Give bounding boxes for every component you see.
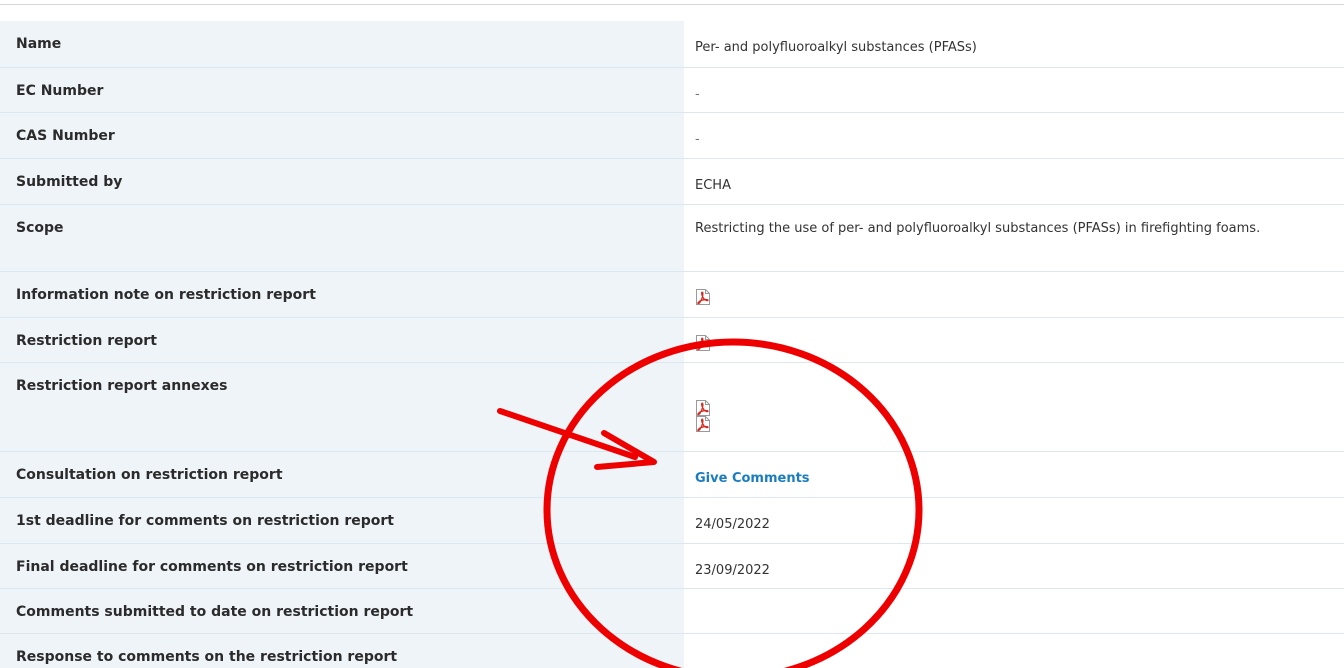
value-submitted-by: ECHA [684, 158, 1344, 205]
label-consultation: Consultation on restriction report [0, 451, 684, 498]
label-cas-number: CAS Number [0, 112, 684, 159]
value-scope: Restricting the use of per- and polyfluo… [684, 204, 1344, 272]
value-cas-number: - [684, 112, 1344, 159]
label-scope: Scope [0, 204, 684, 272]
value-report-annexes [684, 362, 1344, 452]
row-name: Name Per- and polyfluoroalkyl substances… [0, 21, 1344, 68]
row-scope: Scope Restricting the use of per- and po… [0, 204, 1344, 272]
label-information-note: Information note on restriction report [0, 271, 684, 318]
label-submitted-by: Submitted by [0, 158, 684, 205]
value-information-note [684, 271, 1344, 318]
row-cas-number: CAS Number - [0, 112, 1344, 159]
pdf-icon [696, 288, 710, 305]
row-ec-number: EC Number - [0, 67, 1344, 113]
value-consultation: Give Comments [684, 451, 1344, 498]
pdf-icon [696, 334, 710, 351]
label-restriction-report: Restriction report [0, 317, 684, 363]
label-ec-number: EC Number [0, 67, 684, 113]
pdf-icon [696, 399, 710, 416]
label-report-annexes: Restriction report annexes [0, 362, 684, 452]
give-comments-link[interactable]: Give Comments [695, 471, 810, 486]
restriction-info-table: Name Per- and polyfluoroalkyl substances… [0, 21, 1344, 668]
value-comments-submitted [684, 588, 1344, 634]
row-final-deadline: Final deadline for comments on restricti… [0, 543, 1344, 589]
value-final-deadline: 23/09/2022 [684, 543, 1344, 589]
row-information-note: Information note on restriction report [0, 271, 1344, 318]
row-consultation: Consultation on restriction report Give … [0, 451, 1344, 498]
label-comments-submitted: Comments submitted to date on restrictio… [0, 588, 684, 634]
label-name: Name [0, 21, 684, 68]
pdf-link-annex-2[interactable] [695, 415, 1314, 432]
pdf-link-restriction-report[interactable] [695, 334, 1314, 351]
pdf-link-annex-1[interactable] [695, 399, 1314, 416]
value-name: Per- and polyfluoroalkyl substances (PFA… [684, 21, 1344, 68]
row-response-comments: Response to comments on the restriction … [0, 633, 1344, 668]
row-submitted-by: Submitted by ECHA [0, 158, 1344, 205]
label-final-deadline: Final deadline for comments on restricti… [0, 543, 684, 589]
row-comments-submitted: Comments submitted to date on restrictio… [0, 588, 1344, 634]
label-response-comments: Response to comments on the restriction … [0, 633, 684, 668]
pdf-link-information-note[interactable] [695, 288, 1314, 305]
pdf-icon [696, 415, 710, 432]
label-first-deadline: 1st deadline for comments on restriction… [0, 497, 684, 544]
row-first-deadline: 1st deadline for comments on restriction… [0, 497, 1344, 544]
value-response-comments [684, 633, 1344, 668]
row-report-annexes: Restriction report annexes [0, 362, 1344, 452]
value-restriction-report [684, 317, 1344, 363]
row-restriction-report: Restriction report [0, 317, 1344, 363]
value-first-deadline: 24/05/2022 [684, 497, 1344, 544]
top-divider [0, 4, 1344, 5]
value-ec-number: - [684, 67, 1344, 113]
